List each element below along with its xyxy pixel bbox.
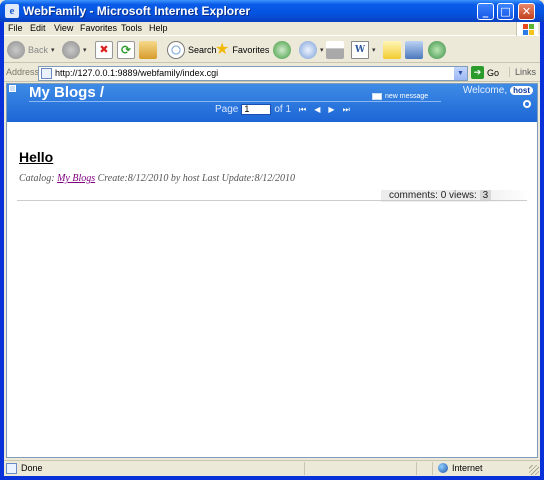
menu-bar: File Edit View Favorites Tools Help [4, 22, 540, 36]
first-page-icon[interactable]: ⏮ [299, 105, 306, 115]
zone-label: Internet [452, 463, 483, 473]
address-url[interactable]: http://127.0.0.1:9889/webfamily/index.cg… [55, 68, 218, 78]
go-arrow-icon: ➔ [471, 66, 484, 79]
back-arrow-icon [7, 41, 25, 59]
post-dates: Create:8/12/2010 by host Last Update:8/1… [97, 173, 296, 184]
search-button[interactable]: Search [167, 40, 217, 60]
reload-icon[interactable] [523, 100, 531, 108]
standard-toolbar: Back ▾ ▾ ✖ ⟳ Search ★ Favorites ▾ W ▾ [4, 37, 540, 63]
catalog-link[interactable]: My Blogs [57, 173, 95, 184]
status-divider [416, 462, 417, 475]
back-label: Back [28, 45, 49, 55]
forward-button[interactable]: ▾ [62, 40, 87, 60]
post-divider [17, 200, 527, 201]
resize-grip[interactable] [529, 465, 539, 475]
maximize-button[interactable]: □ [497, 3, 514, 20]
history-icon [273, 41, 291, 59]
star-icon: ★ [215, 41, 230, 58]
home-button[interactable] [139, 40, 157, 60]
globe-icon [438, 463, 448, 473]
page-done-icon [6, 463, 17, 474]
status-divider [432, 462, 433, 475]
printer-icon [326, 41, 344, 59]
dropdown-icon[interactable]: ▾ [83, 46, 87, 54]
dropdown-icon[interactable]: ▾ [320, 46, 324, 54]
menu-edit[interactable]: Edit [30, 23, 46, 33]
refresh-button[interactable]: ⟳ [117, 40, 135, 60]
status-text: Done [21, 463, 43, 473]
welcome-area: Welcome, host [463, 85, 533, 96]
security-zone: Internet [438, 463, 483, 473]
pager: Page 1 of 1 ⏮ ◀ ▶ ⏭ [215, 104, 350, 115]
ie-logo-icon: e [5, 4, 19, 18]
forward-arrow-icon [62, 41, 80, 59]
prev-page-icon[interactable]: ◀ [314, 105, 320, 114]
messenger-icon [428, 41, 446, 59]
favorites-button[interactable]: ★ Favorites [215, 40, 269, 60]
header-divider [29, 101, 441, 102]
mail-button[interactable]: ▾ [299, 40, 324, 60]
blog-header: My Blogs / new message Welcome, host Pag… [7, 84, 537, 122]
stop-icon: ✖ [95, 41, 113, 59]
header-corner-icon [9, 85, 16, 92]
dropdown-icon[interactable]: ▾ [372, 46, 376, 54]
welcome-text: Welcome, [462, 85, 508, 96]
user-badge[interactable]: host [510, 86, 533, 95]
address-bar: Address http://127.0.0.1:9889/webfamily/… [4, 64, 540, 82]
discuss-icon [383, 41, 401, 59]
address-input[interactable]: http://127.0.0.1:9889/webfamily/index.cg… [38, 66, 468, 81]
go-button[interactable]: ➔ Go [471, 66, 499, 79]
stop-button[interactable]: ✖ [95, 40, 113, 60]
status-bar: Done Internet [4, 460, 540, 476]
windows-flag-icon [516, 22, 538, 36]
menu-file[interactable]: File [8, 23, 23, 33]
last-page-icon[interactable]: ⏭ [343, 105, 350, 115]
back-button[interactable]: Back ▾ [7, 40, 55, 60]
home-icon [139, 41, 157, 59]
minimize-button[interactable]: _ [477, 3, 494, 20]
status-divider [304, 462, 305, 475]
title-bar[interactable]: e WebFamily - Microsoft Internet Explore… [0, 0, 544, 22]
blog-title[interactable]: My Blogs / [29, 84, 104, 101]
menu-tools[interactable]: Tools [121, 23, 142, 33]
new-message-link[interactable]: new message [372, 93, 428, 100]
refresh-icon: ⟳ [117, 41, 135, 59]
new-message-label: new message [385, 93, 429, 100]
browser-client: File Edit View Favorites Tools Help Back… [4, 22, 540, 476]
research-button[interactable] [405, 40, 423, 60]
search-icon [167, 41, 185, 59]
page-viewport: My Blogs / new message Welcome, host Pag… [6, 83, 538, 458]
envelope-icon [372, 93, 382, 100]
page-total: of 1 [274, 104, 292, 115]
menu-view[interactable]: View [54, 23, 73, 33]
post-title[interactable]: Hello [19, 149, 53, 165]
search-label: Search [188, 45, 217, 55]
page-number-input[interactable]: 1 [241, 104, 272, 115]
history-button[interactable] [273, 40, 291, 60]
page-icon [41, 68, 52, 79]
close-button[interactable]: ✕ [518, 3, 535, 20]
address-dropdown-icon[interactable]: ▼ [454, 67, 467, 80]
messenger-button[interactable] [428, 40, 446, 60]
research-icon [405, 41, 423, 59]
address-label: Address [6, 67, 40, 77]
go-label: Go [487, 67, 500, 78]
catalog-label: Catalog: [19, 173, 55, 184]
discuss-button[interactable] [383, 40, 401, 60]
mail-icon [299, 41, 317, 59]
word-icon: W [351, 41, 369, 59]
page-label: Page [215, 104, 239, 115]
favorites-label: Favorites [232, 45, 270, 55]
next-page-icon[interactable]: ▶ [328, 105, 334, 114]
edit-button[interactable]: W ▾ [351, 40, 376, 60]
dropdown-icon[interactable]: ▾ [51, 46, 55, 54]
menu-favorites[interactable]: Favorites [80, 23, 117, 33]
post-meta: Catalog: My Blogs Create:8/12/2010 by ho… [19, 173, 295, 184]
window-title: WebFamily - Microsoft Internet Explorer [23, 4, 251, 18]
browser-window: e WebFamily - Microsoft Internet Explore… [0, 0, 544, 480]
links-button[interactable]: Links [509, 67, 536, 77]
menu-help[interactable]: Help [149, 23, 168, 33]
print-button[interactable] [326, 40, 344, 60]
